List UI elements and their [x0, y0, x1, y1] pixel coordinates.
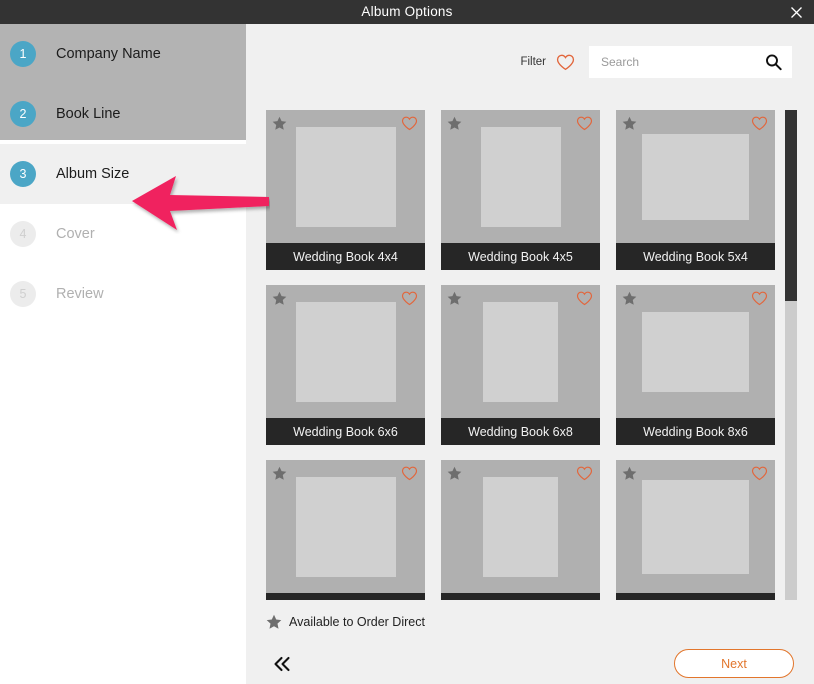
favorite-heart-icon[interactable] [576, 466, 593, 481]
sidebar-step-cover: 4 Cover [0, 204, 246, 264]
favorite-heart-icon[interactable] [401, 466, 418, 481]
album-size-card-label: Wedding Book 8x6 [616, 418, 775, 445]
star-icon [622, 116, 637, 131]
album-size-grid: Wedding Book 4x4 Wedding Book 4x5 Wedding … [266, 110, 794, 600]
step-number-badge: 5 [10, 281, 36, 307]
step-number-badge: 3 [10, 161, 36, 187]
album-size-card[interactable] [266, 460, 425, 600]
search-input[interactable] [601, 47, 761, 77]
close-icon[interactable] [778, 0, 814, 24]
album-size-card[interactable]: Wedding Book 4x5 [441, 110, 600, 270]
album-preview-shape [480, 126, 561, 227]
album-preview-shape [483, 301, 558, 402]
star-icon [272, 466, 287, 481]
album-preview-shape [642, 311, 749, 392]
favorite-heart-icon[interactable] [751, 291, 768, 306]
album-size-card[interactable] [616, 460, 775, 600]
step-number-badge: 2 [10, 101, 36, 127]
album-size-card[interactable]: Wedding Book 4x4 [266, 110, 425, 270]
order-direct-legend-text: Available to Order Direct [289, 615, 425, 629]
step-label: Review [56, 286, 104, 302]
album-size-card[interactable]: Wedding Book 5x4 [616, 110, 775, 270]
favorite-heart-icon[interactable] [576, 291, 593, 306]
favorite-heart-icon[interactable] [751, 116, 768, 131]
favorite-heart-icon[interactable] [401, 291, 418, 306]
step-number-badge: 1 [10, 41, 36, 67]
star-icon [447, 466, 462, 481]
album-options-window: Album Options 1 Company Name 2 Book Line 3 Al… [0, 0, 814, 684]
album-size-card-label [616, 593, 775, 600]
album-size-grid-viewport: Wedding Book 4x4 Wedding Book 4x5 Wedding … [266, 110, 794, 600]
album-preview-shape [295, 476, 396, 577]
window-titlebar: Album Options [0, 0, 814, 24]
wizard-step-list: 1 Company Name 2 Book Line 3 Album Size 4 Cover… [0, 24, 246, 324]
step-label: Album Size [56, 166, 130, 182]
grid-scrollbar[interactable] [785, 110, 797, 600]
star-icon [447, 291, 462, 306]
star-icon [272, 291, 287, 306]
step-label: Cover [56, 226, 95, 242]
window-title: Album Options [361, 4, 453, 19]
album-size-card-label [441, 593, 600, 600]
sidebar-step-company-name[interactable]: 1 Company Name [0, 24, 246, 84]
grid-scrollbar-thumb[interactable] [785, 110, 797, 301]
star-icon [447, 116, 462, 131]
album-preview-shape [295, 126, 396, 227]
album-preview-shape [295, 301, 396, 402]
sidebar-step-book-line[interactable]: 2 Book Line [0, 84, 246, 144]
step-label: Company Name [56, 46, 161, 62]
double-chevron-left-icon[interactable] [268, 650, 296, 678]
filter-heart-icon[interactable] [556, 54, 575, 71]
album-size-card[interactable] [441, 460, 600, 600]
album-size-card-label: Wedding Book 6x8 [441, 418, 600, 445]
step-label: Book Line [56, 106, 121, 122]
sidebar-step-review: 5 Review [0, 264, 246, 324]
album-size-card[interactable]: Wedding Book 6x8 [441, 285, 600, 445]
filter-label: Filter [520, 56, 546, 68]
wizard-footer: Next [246, 644, 814, 684]
album-preview-shape [642, 479, 749, 574]
next-button[interactable]: Next [674, 649, 794, 678]
album-size-card[interactable]: Wedding Book 6x6 [266, 285, 425, 445]
sidebar-step-album-size[interactable]: 3 Album Size [0, 144, 246, 204]
album-size-card[interactable]: Wedding Book 8x6 [616, 285, 775, 445]
search-box[interactable] [589, 46, 792, 78]
search-icon[interactable] [765, 54, 782, 71]
star-icon [622, 291, 637, 306]
main-panel: Filter Wed [246, 24, 814, 684]
favorite-heart-icon[interactable] [401, 116, 418, 131]
album-preview-shape [483, 476, 558, 577]
grid-toolbar: Filter [246, 44, 814, 80]
favorite-heart-icon[interactable] [751, 466, 768, 481]
step-number-badge: 4 [10, 221, 36, 247]
album-size-card-label: Wedding Book 6x6 [266, 418, 425, 445]
star-icon [272, 116, 287, 131]
window-body: 1 Company Name 2 Book Line 3 Album Size 4 Cover… [0, 24, 814, 684]
favorite-heart-icon[interactable] [576, 116, 593, 131]
star-icon [266, 614, 282, 630]
album-size-card-label: Wedding Book 5x4 [616, 243, 775, 270]
album-size-card-label [266, 593, 425, 600]
album-size-card-label: Wedding Book 4x5 [441, 243, 600, 270]
album-preview-shape [642, 133, 749, 220]
order-direct-legend: Available to Order Direct [266, 610, 425, 634]
wizard-sidebar: 1 Company Name 2 Book Line 3 Album Size 4 Cover… [0, 24, 246, 684]
album-size-card-label: Wedding Book 4x4 [266, 243, 425, 270]
star-icon [622, 466, 637, 481]
